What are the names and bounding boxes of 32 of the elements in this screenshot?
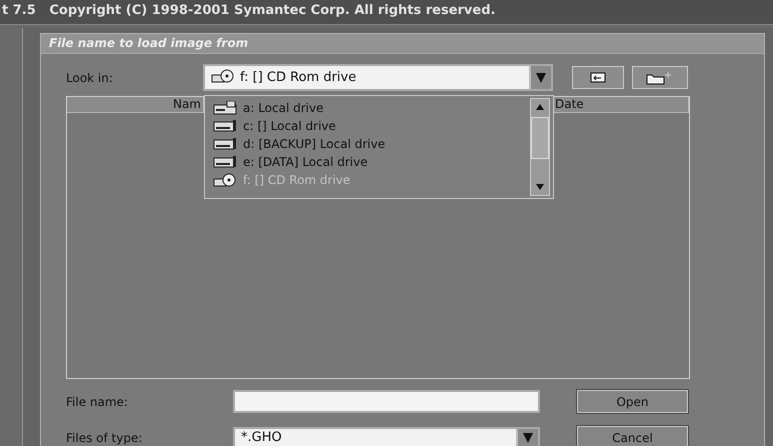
dropdown-arrow-icon[interactable]	[523, 432, 533, 442]
cd-drive-icon	[211, 68, 235, 82]
drive-item[interactable]: a: Local drive	[213, 99, 530, 116]
hard-drive-icon	[213, 136, 237, 150]
dropdown-arrow-icon[interactable]	[536, 72, 546, 82]
scroll-bar[interactable]	[530, 98, 550, 196]
look-in-dropdown[interactable]: f: [] CD Rom drive	[203, 64, 553, 91]
up-folder-button[interactable]	[572, 66, 624, 89]
scroll-thumb[interactable]	[531, 117, 549, 159]
drive-item[interactable]: e: [DATA] Local drive	[213, 153, 530, 170]
file-type-label: Files of type:	[66, 430, 144, 444]
file-name-label: File name:	[66, 394, 129, 408]
column-header[interactable]: Date	[552, 97, 689, 113]
drive-item[interactable]: d: [BACKUP] Local drive	[213, 135, 530, 152]
new-folder-button[interactable]	[632, 66, 688, 89]
scroll-up-icon[interactable]	[536, 104, 544, 110]
column-header[interactable]: Nam	[67, 97, 204, 113]
scroll-down-icon[interactable]	[536, 184, 544, 190]
file-name-field[interactable]	[233, 390, 540, 413]
drive-dropdown-list[interactable]: a: Local drive c: [] Local drive d: [BACKUP] Local drive e: [DATA] Local drive f: [] CD Rom drive	[204, 95, 554, 199]
look-in-label: Look in:	[66, 70, 114, 84]
dialog-title: File name to load image from	[41, 34, 764, 54]
hard-drive-icon	[213, 154, 237, 168]
file-type-dropdown[interactable]: *.GHO	[233, 426, 540, 446]
app-title: t 7.5 Copyright (C) 1998-2001 Symantec Corp. All rights reserved.	[1, 2, 496, 20]
floppy-drive-icon	[213, 100, 237, 114]
cancel-button[interactable]: Cancel	[577, 426, 688, 446]
hard-drive-icon	[213, 118, 237, 132]
folder-icon	[646, 70, 674, 84]
open-button[interactable]: Open	[577, 390, 688, 413]
cd-drive-icon	[213, 172, 237, 186]
drive-item[interactable]: c: [] Local drive	[213, 117, 530, 134]
